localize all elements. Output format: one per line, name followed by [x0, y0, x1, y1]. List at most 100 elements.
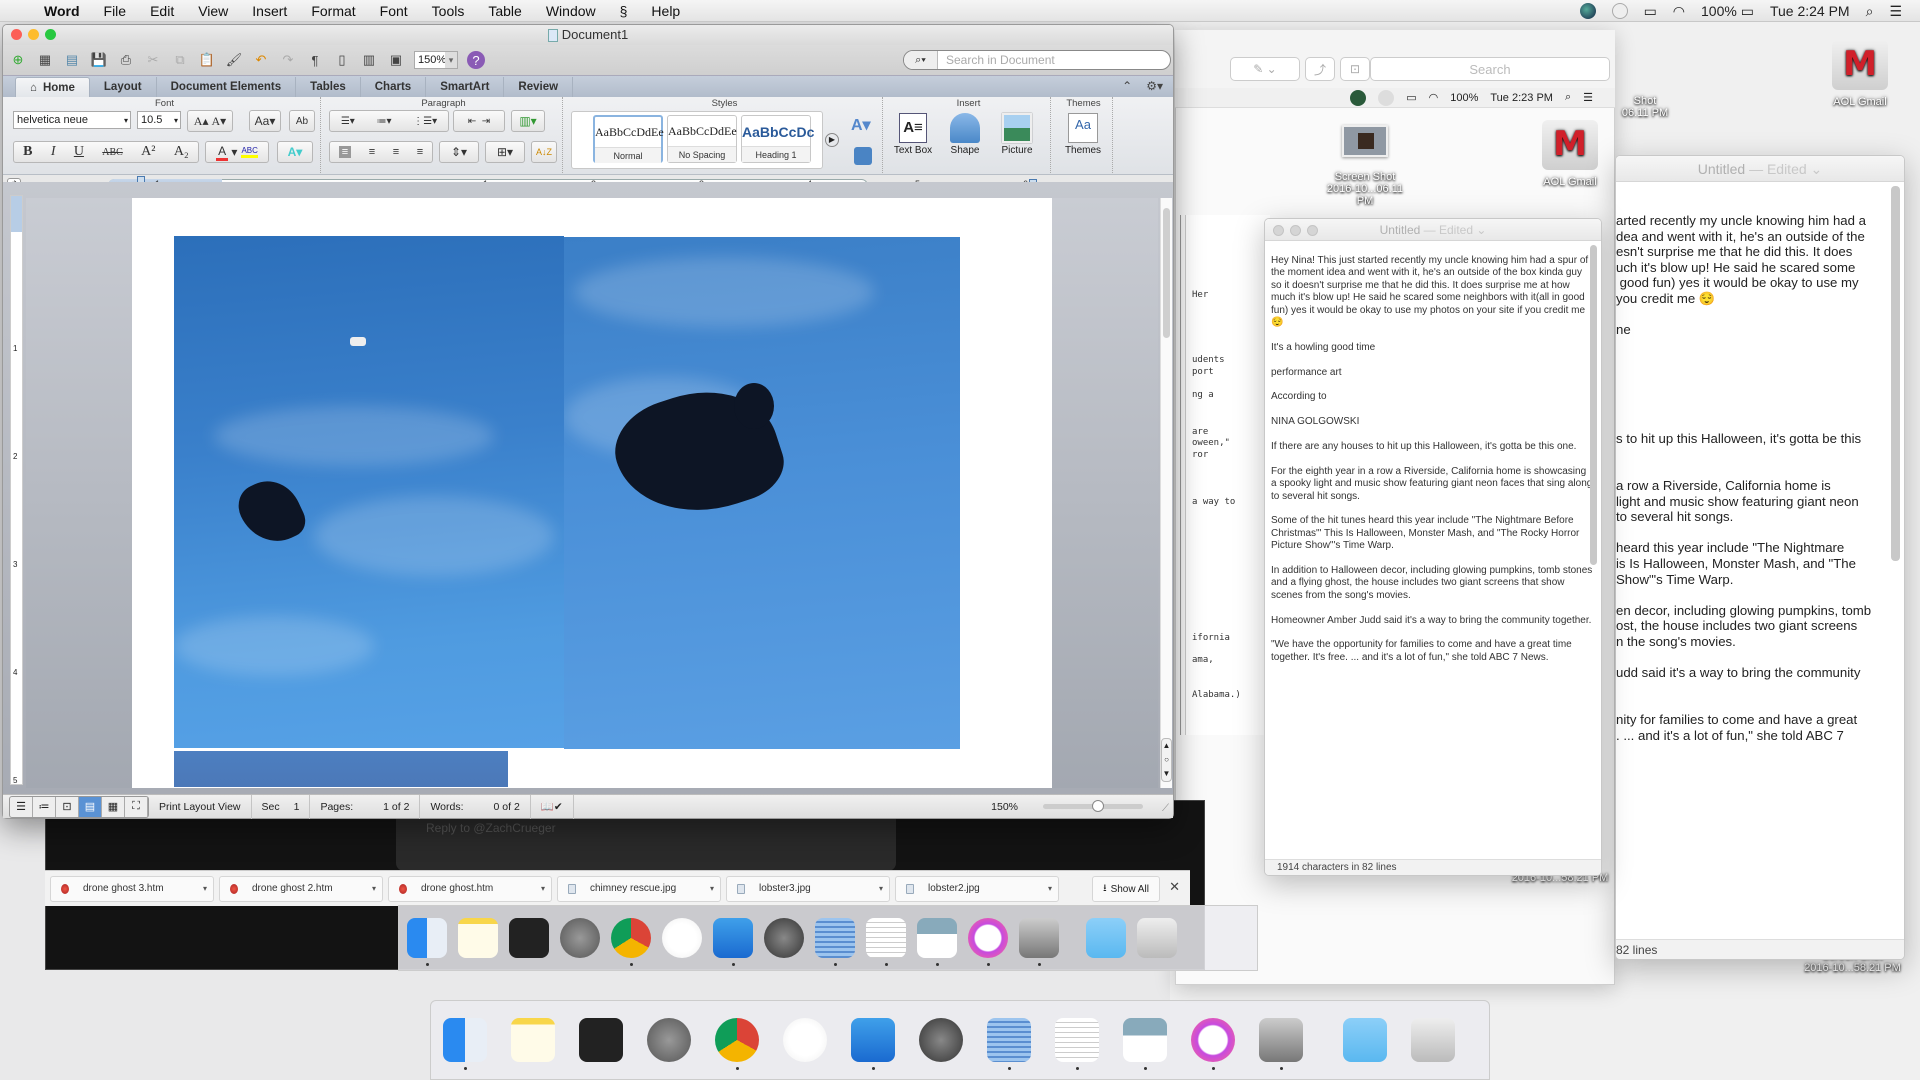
- dock-applications-icon[interactable]: [1086, 918, 1126, 958]
- script-menu-icon[interactable]: §: [608, 3, 640, 19]
- dock-google-chrome-icon[interactable]: [715, 1018, 759, 1070]
- grow-font-icon[interactable]: A▴: [194, 114, 209, 129]
- close-button[interactable]: [11, 29, 22, 40]
- page-indicator[interactable]: Pages: 1 of 2: [310, 794, 421, 819]
- spotlight-tool-icon[interactable]: [1611, 3, 1628, 19]
- themes-button[interactable]: Aa Themes: [1061, 113, 1105, 156]
- style-heading-1[interactable]: AaBbCcDc Heading 1: [741, 115, 814, 163]
- notification-center-icon[interactable]: ☰: [1889, 3, 1902, 20]
- text-box-button[interactable]: A≡ Text Box: [891, 113, 935, 156]
- dock-launchpad-icon[interactable]: [647, 1018, 691, 1062]
- new-document-icon[interactable]: ⊕: [9, 51, 27, 69]
- close-icon[interactable]: ✕: [1169, 879, 1180, 895]
- dock-preview-icon[interactable]: [917, 918, 957, 966]
- tab-charts[interactable]: Charts: [361, 77, 427, 97]
- underline-button[interactable]: U: [74, 144, 84, 160]
- view-icon[interactable]: ▥: [360, 51, 378, 69]
- menu-format[interactable]: Format: [299, 3, 367, 19]
- dock-applications-icon[interactable]: [1343, 1018, 1387, 1062]
- menu-help[interactable]: Help: [639, 3, 692, 19]
- dock-preview-icon[interactable]: [1123, 1018, 1167, 1070]
- spotlight-search-icon[interactable]: ⌕: [1866, 3, 1874, 20]
- dock-microsoft-lync-icon[interactable]: [662, 918, 702, 958]
- font-size-field[interactable]: 10.5 ▾: [137, 111, 181, 129]
- strikethrough-button[interactable]: ABC: [102, 147, 123, 158]
- menu-tools[interactable]: Tools: [420, 3, 477, 19]
- next-page-icon[interactable]: ▼: [1162, 767, 1171, 781]
- dock-textedit-icon[interactable]: [1055, 1018, 1099, 1070]
- paste-icon[interactable]: 📋: [198, 51, 216, 69]
- chevron-down-icon[interactable]: ▾: [710, 884, 714, 893]
- vertical-ruler[interactable]: 1 2 3 4 5: [10, 195, 23, 785]
- font-size-buttons[interactable]: A▴ A▾: [187, 110, 233, 132]
- dock-mission-control-icon[interactable]: [509, 918, 549, 958]
- dock-finder-icon[interactable]: [443, 1018, 487, 1070]
- desktop-icon-aol-gmail-right[interactable]: AOL Gmail: [1820, 40, 1900, 108]
- tab-home[interactable]: ⌂ Home: [15, 77, 90, 97]
- show-all-downloads-button[interactable]: ⭳ Show All: [1092, 876, 1160, 902]
- zoom-slider[interactable]: [1043, 800, 1143, 812]
- decrease-indent-icon[interactable]: ⇤: [468, 116, 476, 127]
- dock-system-preferences-icon[interactable]: [764, 918, 804, 958]
- dock-install-disk-icon[interactable]: [1259, 1018, 1303, 1070]
- dock-system-preferences-icon[interactable]: [919, 1018, 963, 1062]
- minimize-button[interactable]: [1290, 225, 1301, 236]
- draft-view-icon[interactable]: ☰: [10, 796, 33, 817]
- zoom-button[interactable]: [1307, 225, 1318, 236]
- shrink-font-icon[interactable]: A▾: [212, 114, 227, 129]
- chevron-down-icon[interactable]: ▾: [174, 116, 178, 125]
- print-icon[interactable]: ⎙: [117, 51, 135, 69]
- undo-icon[interactable]: ↶: [252, 51, 270, 69]
- redo-icon[interactable]: ↷: [279, 51, 297, 69]
- open-folder-icon[interactable]: ▤: [63, 51, 81, 69]
- dock-notes-icon[interactable]: [458, 918, 498, 958]
- notebook-view-icon[interactable]: ▦: [102, 796, 125, 817]
- toolbox-button[interactable]: ⊡: [1340, 57, 1370, 81]
- superscript-button[interactable]: A²: [141, 144, 155, 160]
- globe-icon[interactable]: [1579, 3, 1596, 19]
- menu-window[interactable]: Window: [534, 3, 608, 19]
- numbering-icon[interactable]: ≔▾: [376, 116, 391, 127]
- save-icon[interactable]: 💾: [90, 51, 108, 69]
- airplay-icon[interactable]: ▭: [1644, 3, 1657, 20]
- sidebar-icon[interactable]: ▯: [333, 51, 351, 69]
- tab-smartart[interactable]: SmartArt: [426, 77, 505, 97]
- browse-object-icon[interactable]: ○: [1162, 753, 1171, 767]
- download-item[interactable]: chimney rescue.jpg ▾: [557, 875, 721, 902]
- outline-view-icon[interactable]: ≔: [33, 796, 56, 817]
- textedit-back-body[interactable]: arted recently my uncle knowing him had …: [1616, 182, 1904, 743]
- search-icon[interactable]: ⌕▾: [904, 51, 938, 69]
- dock-install-disk-icon[interactable]: [1019, 918, 1059, 966]
- help-icon[interactable]: ?: [467, 51, 485, 69]
- zoom-button[interactable]: [45, 29, 56, 40]
- wifi-icon[interactable]: ◠: [1673, 3, 1685, 20]
- scroll-thumb[interactable]: [1163, 208, 1170, 338]
- menu-file[interactable]: File: [92, 3, 139, 19]
- font-name-field[interactable]: helvetica neue ▾: [13, 111, 131, 129]
- preview-search-field[interactable]: Search: [1370, 57, 1610, 81]
- subscript-button[interactable]: A₂: [174, 144, 189, 160]
- gear-icon[interactable]: ⚙▾: [1146, 79, 1163, 93]
- focus-view-icon[interactable]: ⛶: [125, 796, 148, 817]
- desktop-icon-screenshot[interactable]: Screen Shot 2016-10...06.11 PM: [1320, 125, 1410, 207]
- dock-trash-icon[interactable]: [1411, 1018, 1455, 1062]
- menu-view[interactable]: View: [186, 3, 240, 19]
- menu-app-name[interactable]: Word: [32, 3, 92, 19]
- spelling-status-icon[interactable]: 📖✔: [531, 794, 574, 819]
- pilcrow-icon[interactable]: ¶: [306, 51, 324, 69]
- print-layout-view-icon[interactable]: ▤: [79, 796, 102, 817]
- columns-icon[interactable]: ▥▾: [511, 110, 545, 132]
- dock-google-chrome-icon[interactable]: [611, 918, 651, 966]
- resize-grip-icon[interactable]: ⟋: [1162, 803, 1169, 814]
- dock-microsoft-lync-icon[interactable]: [783, 1018, 827, 1062]
- cut-icon[interactable]: ✂: [144, 51, 162, 69]
- chevron-down-icon[interactable]: ▾: [1048, 884, 1052, 893]
- word-count[interactable]: Words: 0 of 2: [420, 794, 531, 819]
- dock-itunes-icon[interactable]: [968, 918, 1008, 966]
- media-browser-icon[interactable]: ▣: [387, 51, 405, 69]
- dock-launchpad-icon[interactable]: [560, 918, 600, 958]
- rotate-button[interactable]: ⤴: [1305, 57, 1335, 81]
- markup-button[interactable]: ✎ ⌄: [1230, 57, 1300, 81]
- tab-document-elements[interactable]: Document Elements: [157, 77, 297, 97]
- manage-styles-icon[interactable]: [854, 147, 872, 165]
